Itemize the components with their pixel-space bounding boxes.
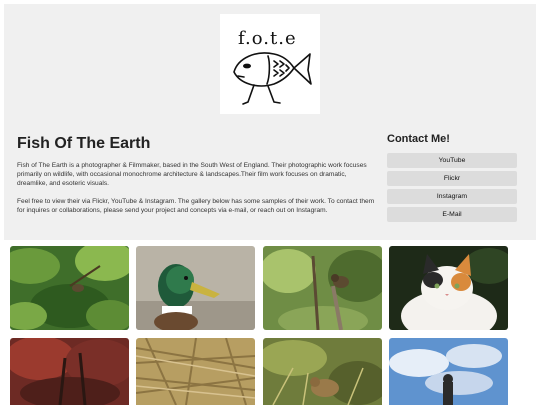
email-button[interactable]: E-Mail — [387, 207, 517, 222]
gallery-photo-bird-in-leaves[interactable] — [10, 246, 129, 330]
gallery-photo-red-tree[interactable] — [10, 338, 129, 405]
contact-info-paragraph: Feel free to view their via Flickr, YouT… — [17, 198, 375, 215]
gallery-photo-mallard-duck[interactable] — [136, 246, 255, 330]
logo[interactable]: f.o.t.e — [220, 14, 320, 114]
logo-text: f.o.t.e — [238, 28, 297, 49]
fish-drawing-icon: f.o.t.e — [233, 28, 312, 105]
gallery-photo-calico-cat[interactable] — [389, 246, 508, 330]
page-title: Fish Of The Earth — [17, 135, 151, 152]
gallery-photo-bird-on-branch[interactable] — [263, 246, 382, 330]
flickr-button[interactable]: Flickr — [387, 171, 517, 186]
header-panel: f.o.t.e Fish Of The Earth Fish of The Ea… — [4, 4, 536, 240]
gallery-photo-bird-in-grass[interactable] — [263, 338, 382, 405]
about-paragraph: Fish of The Earth is a photographer & Fi… — [17, 162, 367, 188]
contact-title: Contact Me! — [387, 133, 450, 145]
gallery-photo-dry-grass[interactable] — [136, 338, 255, 405]
youtube-button[interactable]: YouTube — [387, 153, 517, 168]
instagram-button[interactable]: Instagram — [387, 189, 517, 204]
gallery-photo-sky-statue[interactable] — [389, 338, 508, 405]
